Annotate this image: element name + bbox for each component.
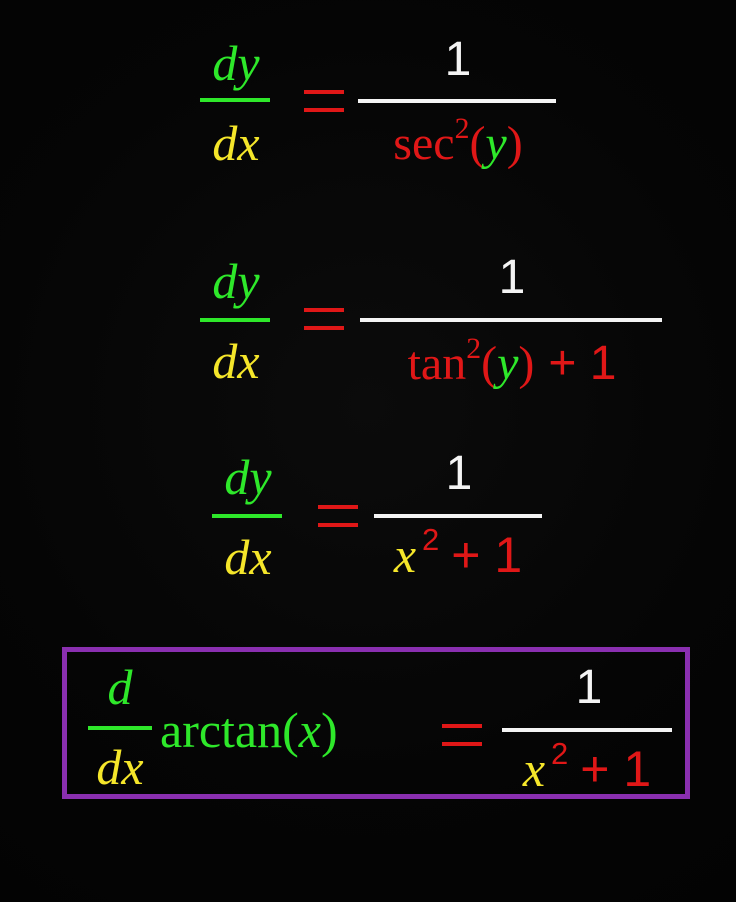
- lhs-denominator: dx: [96, 739, 144, 795]
- equation-canvas: dy dx 1 sec2(y) dy dx 1 tan2(y) + 1 dy d…: [0, 0, 736, 902]
- arctan-function: arctan(: [160, 702, 299, 758]
- rhs-denominator: x 2 + 1: [500, 738, 674, 797]
- plus-one: + 1: [580, 741, 652, 797]
- rhs-numerator: 1: [575, 661, 603, 714]
- equals-sign: [442, 724, 482, 746]
- rhs-fraction-bar: [502, 728, 672, 732]
- exponent: 2: [551, 736, 569, 772]
- variable-x: x: [298, 702, 321, 758]
- equation-4: d dx arctan(x) 1 x 2 + 1: [0, 0, 736, 902]
- arctan-expression: arctan(x): [160, 705, 338, 755]
- lhs-fraction-bar: [88, 726, 152, 730]
- variable-x: x: [522, 741, 546, 797]
- close-paren: ): [320, 702, 338, 758]
- lhs-numerator: d: [107, 659, 133, 715]
